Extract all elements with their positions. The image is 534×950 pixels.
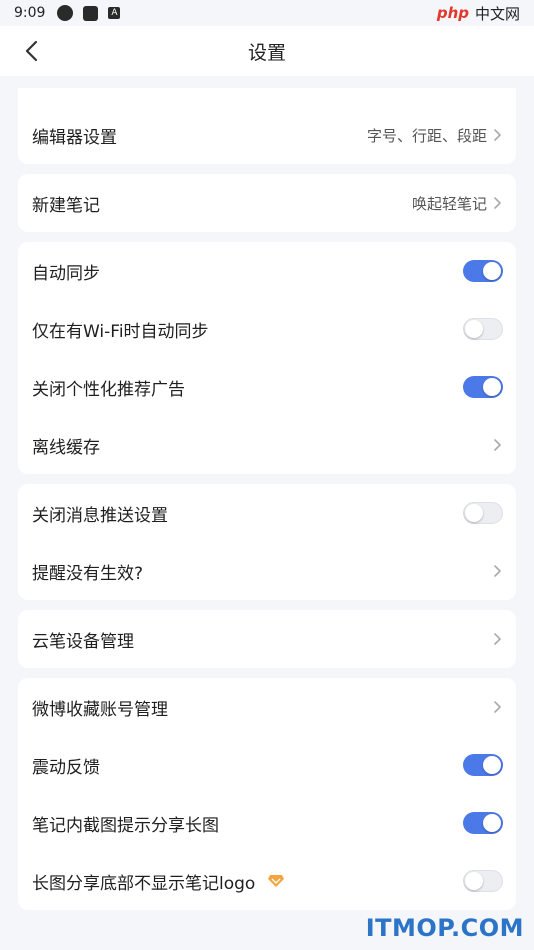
wifi-sync-toggle[interactable] xyxy=(463,318,503,340)
chevron-right-icon xyxy=(494,129,502,141)
ads-toggle[interactable] xyxy=(463,376,503,398)
chevron-right-icon xyxy=(494,565,502,577)
push-row: 关闭消息推送设置 xyxy=(18,484,516,542)
auto-sync-row: 自动同步 xyxy=(18,242,516,300)
new-note-card: 新建笔记 唤起轻笔记 xyxy=(18,174,516,232)
offline-cache-row[interactable]: 离线缓存 xyxy=(18,416,516,474)
screenshot-row: 笔记内截图提示分享长图 xyxy=(18,794,516,852)
row-label: 自动同步 xyxy=(32,263,100,284)
vibration-toggle[interactable] xyxy=(463,754,503,776)
nav-bar: 设置 xyxy=(0,26,534,76)
notify-card: 关闭消息推送设置 提醒没有生效? xyxy=(18,484,516,600)
chevron-right-icon xyxy=(494,633,502,645)
chevron-right-icon xyxy=(494,701,502,713)
back-button[interactable] xyxy=(14,34,48,68)
font-notification-icon: A xyxy=(108,7,121,19)
square-notification-icon xyxy=(83,5,99,21)
row-label: 云笔设备管理 xyxy=(32,631,134,652)
editor-card: 编辑器设置 字号、行距、段距 xyxy=(18,88,516,164)
row-label: 长图分享底部不显示笔记logo xyxy=(32,873,256,894)
row-label: 离线缓存 xyxy=(32,437,100,458)
row-label-wrap: 长图分享底部不显示笔记logo xyxy=(32,869,463,894)
row-label: 提醒没有生效? xyxy=(32,563,144,584)
row-value: 唤起轻笔记 xyxy=(411,194,487,213)
row-label: 仅在有Wi-Fi时自动同步 xyxy=(32,321,209,342)
chevron-right-icon xyxy=(494,439,502,451)
misc-card: 微博收藏账号管理 震动反馈 笔记内截图提示分享长图 长图分享底部不显示笔记log… xyxy=(18,678,516,910)
device-manage-row[interactable]: 云笔设备管理 xyxy=(18,610,516,668)
watermark-bottom: ITMOP.COM xyxy=(365,914,524,942)
row-label: 笔记内截图提示分享长图 xyxy=(32,815,219,836)
row-label: 关闭消息推送设置 xyxy=(32,505,168,526)
status-bar: 9:09 A php 中文网 xyxy=(0,0,534,26)
watermark-php: php xyxy=(436,4,469,22)
logo-row: 长图分享底部不显示笔记logo xyxy=(18,852,516,910)
new-note-row[interactable]: 新建笔记 唤起轻笔记 xyxy=(18,174,516,232)
row-label: 新建笔记 xyxy=(32,195,100,216)
row-label: 微博收藏账号管理 xyxy=(32,699,168,720)
page-title: 设置 xyxy=(247,41,286,64)
wifi-sync-row: 仅在有Wi-Fi时自动同步 xyxy=(18,300,516,358)
device-card: 云笔设备管理 xyxy=(18,610,516,668)
chevron-right-icon xyxy=(494,197,502,209)
chevron-left-icon xyxy=(25,40,38,62)
status-time: 9:09 xyxy=(14,5,46,21)
editor-settings-row[interactable]: 编辑器设置 字号、行距、段距 xyxy=(18,88,516,164)
logo-toggle[interactable] xyxy=(463,870,503,892)
screenshot-toggle[interactable] xyxy=(463,812,503,834)
row-label: 编辑器设置 xyxy=(32,127,117,148)
row-label: 关闭个性化推荐广告 xyxy=(32,379,185,400)
settings-list: 编辑器设置 字号、行距、段距 新建笔记 唤起轻笔记 自动同步 仅在有Wi-Fi时… xyxy=(0,76,534,910)
row-label: 震动反馈 xyxy=(32,757,100,778)
watermark-cn: 中文网 xyxy=(474,4,520,23)
watermark-top: php 中文网 xyxy=(437,3,520,24)
sync-card: 自动同步 仅在有Wi-Fi时自动同步 关闭个性化推荐广告 离线缓存 xyxy=(18,242,516,474)
row-value: 字号、行距、段距 xyxy=(366,126,487,145)
push-toggle[interactable] xyxy=(463,502,503,524)
app-notification-icon xyxy=(57,5,74,21)
vibration-row: 震动反馈 xyxy=(18,736,516,794)
reminder-row[interactable]: 提醒没有生效? xyxy=(18,542,516,600)
auto-sync-toggle[interactable] xyxy=(463,260,503,282)
vip-diamond-icon xyxy=(268,875,285,887)
weibo-row[interactable]: 微博收藏账号管理 xyxy=(18,678,516,736)
ads-row: 关闭个性化推荐广告 xyxy=(18,358,516,416)
